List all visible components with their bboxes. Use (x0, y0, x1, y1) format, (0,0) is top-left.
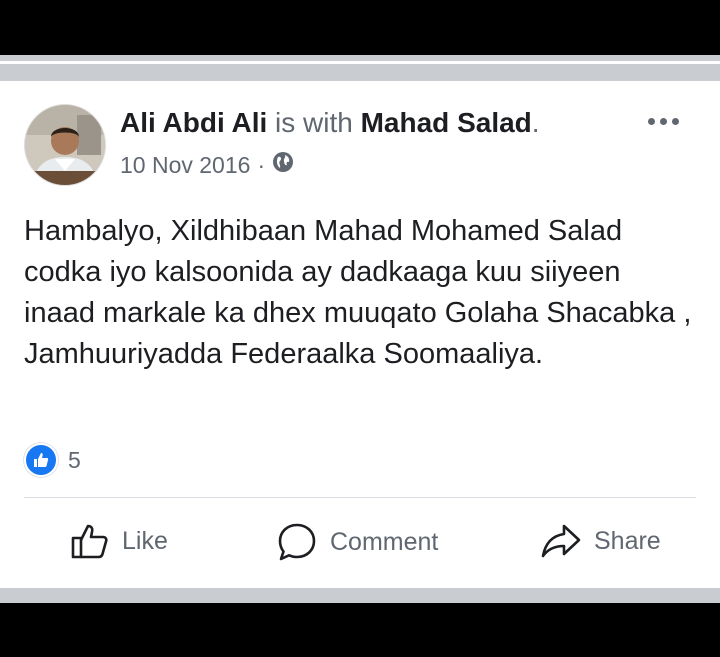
tagged-user[interactable]: Mahad Salad (361, 107, 532, 138)
like-label: Like (122, 526, 168, 555)
bottom-black-bar (0, 603, 720, 657)
thumbs-up-icon (71, 524, 108, 559)
with-text: is with (275, 107, 353, 138)
post-card: Ali Abdi Ali is with Mahad Salad. 10 Nov… (0, 81, 720, 588)
header-period: . (531, 107, 540, 138)
top-black-bar (0, 0, 720, 55)
more-options-icon[interactable] (648, 111, 688, 131)
post-body: Hambalyo, Xildhibaan Mahad Mohamed Salad… (24, 215, 692, 370)
comment-button[interactable]: Comment (276, 521, 438, 563)
post-meta: 10 Nov 2016 · (120, 151, 294, 179)
like-reaction-icon (24, 443, 58, 477)
post-date[interactable]: 10 Nov 2016 (120, 152, 250, 179)
share-button[interactable]: Share (540, 521, 661, 561)
author-name[interactable]: Ali Abdi Ali (120, 107, 267, 138)
share-label: Share (594, 526, 661, 555)
post-header: Ali Abdi Ali is with Mahad Salad. (120, 107, 540, 139)
comment-bubble-icon (278, 523, 316, 561)
avatar[interactable] (24, 104, 106, 186)
meta-separator: · (257, 151, 266, 178)
comment-label: Comment (330, 527, 439, 556)
like-button[interactable]: Like (70, 521, 168, 561)
reaction-summary[interactable]: 5 (24, 443, 81, 477)
share-arrow-icon (541, 524, 581, 558)
feed-separator-top (0, 55, 720, 81)
actions-divider (24, 497, 696, 498)
feed-separator-bottom (0, 588, 720, 603)
reaction-count: 5 (68, 446, 81, 473)
globe-icon (272, 151, 294, 179)
